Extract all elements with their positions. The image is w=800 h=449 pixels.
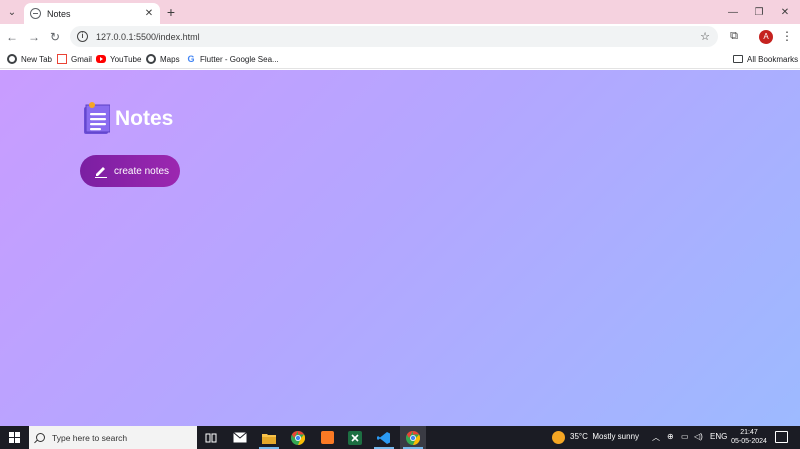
google-icon: G	[187, 54, 195, 64]
all-bookmarks-button[interactable]: All Bookmarks	[733, 52, 798, 66]
search-placeholder: Type here to search	[52, 432, 128, 443]
address-bar[interactable]: i 127.0.0.1:5500/index.html ☆	[70, 26, 718, 47]
bookmark-youtube[interactable]: YouTube	[96, 52, 141, 66]
bookmark-new-tab[interactable]: New Tab	[7, 52, 52, 66]
weather-condition: Mostly sunny	[592, 432, 640, 441]
browser-toolbar: ← → ↻ i 127.0.0.1:5500/index.html ☆ ⧉ A …	[0, 24, 800, 49]
taskbar-search-input[interactable]: Type here to search	[29, 426, 197, 449]
bookmark-label: Flutter - Google Sea...	[200, 54, 279, 64]
back-arrow-icon[interactable]: ←	[3, 28, 21, 46]
forward-arrow-icon[interactable]: →	[25, 28, 43, 46]
browser-menu-icon[interactable]: ⋮	[781, 29, 793, 43]
globe-icon	[7, 54, 17, 64]
windows-taskbar: Type here to search 35°C Mostly sunny ︿ …	[0, 426, 800, 449]
tab-search-chevron-icon[interactable]: ⌄	[4, 4, 20, 20]
page-viewport: Notes create notes	[0, 70, 800, 426]
mail-app-icon[interactable]	[227, 426, 253, 449]
system-clock[interactable]: 21:47 05-05-2024	[730, 428, 768, 446]
tab-title: Notes	[47, 8, 71, 19]
bookmark-maps[interactable]: Maps	[146, 52, 180, 66]
profile-avatar[interactable]: A	[759, 30, 773, 44]
close-window-button[interactable]: ✕	[772, 0, 798, 24]
reload-icon[interactable]: ↻	[46, 28, 64, 46]
bookmark-label: YouTube	[110, 54, 142, 64]
excel-icon[interactable]	[342, 426, 368, 449]
bookmark-gmail[interactable]: Gmail	[57, 52, 92, 66]
weather-temperature: 35°C	[570, 432, 588, 441]
notification-center-icon[interactable]	[775, 431, 788, 443]
battery-icon[interactable]: ▭	[681, 432, 689, 441]
globe-icon	[30, 8, 41, 19]
task-view-icon[interactable]	[198, 426, 224, 449]
browser-tab[interactable]: Notes ✕	[24, 3, 160, 24]
address-url[interactable]: 127.0.0.1:5500/index.html	[96, 32, 700, 42]
weather-sun-icon[interactable]	[552, 431, 565, 444]
xampp-icon[interactable]	[314, 426, 340, 449]
globe-icon	[146, 54, 156, 64]
pencil-icon	[95, 167, 107, 178]
chrome-running-icon[interactable]	[400, 426, 426, 449]
file-explorer-icon[interactable]	[256, 426, 282, 449]
youtube-icon	[96, 55, 106, 63]
bookmark-label: Gmail	[71, 54, 92, 64]
network-icon[interactable]: ⊕	[667, 432, 674, 441]
notepad-logo-icon	[84, 102, 110, 134]
vscode-icon[interactable]	[371, 426, 397, 449]
weather-widget[interactable]: 35°C Mostly sunny	[570, 432, 639, 441]
chrome-icon[interactable]	[285, 426, 311, 449]
extensions-puzzle-icon[interactable]: ⧉	[728, 30, 740, 42]
new-tab-plus-icon[interactable]: +	[163, 4, 179, 20]
create-notes-button[interactable]: create notes	[80, 155, 180, 187]
tray-chevron-up-icon[interactable]: ︿	[652, 432, 660, 443]
bookmark-label: Maps	[160, 54, 180, 64]
language-indicator[interactable]: ENG	[710, 432, 727, 441]
gmail-icon	[57, 54, 67, 64]
minimize-button[interactable]: —	[720, 0, 746, 24]
site-info-icon[interactable]: i	[77, 31, 88, 42]
all-bookmarks-label: All Bookmarks	[747, 54, 799, 64]
folder-icon	[733, 55, 743, 63]
restore-button[interactable]: ❐	[746, 0, 772, 24]
volume-icon[interactable]: ◁)	[694, 432, 703, 441]
close-tab-icon[interactable]: ✕	[142, 7, 156, 21]
clock-date: 05-05-2024	[731, 438, 767, 445]
bookmark-star-icon[interactable]: ☆	[700, 30, 710, 43]
bookmark-flutter[interactable]: G Flutter - Google Sea...	[186, 52, 279, 66]
bookmark-label: New Tab	[21, 54, 52, 64]
clock-time: 21:47	[740, 429, 758, 436]
bookmarks-bar: New Tab Gmail YouTube Maps G Flutter - G…	[0, 49, 800, 69]
windows-start-icon[interactable]	[9, 432, 20, 443]
create-notes-label: create notes	[114, 165, 170, 177]
page-title: Notes	[115, 107, 174, 130]
search-icon	[36, 433, 45, 442]
tab-strip: ⌄ Notes ✕ + — ❐ ✕	[0, 0, 800, 24]
